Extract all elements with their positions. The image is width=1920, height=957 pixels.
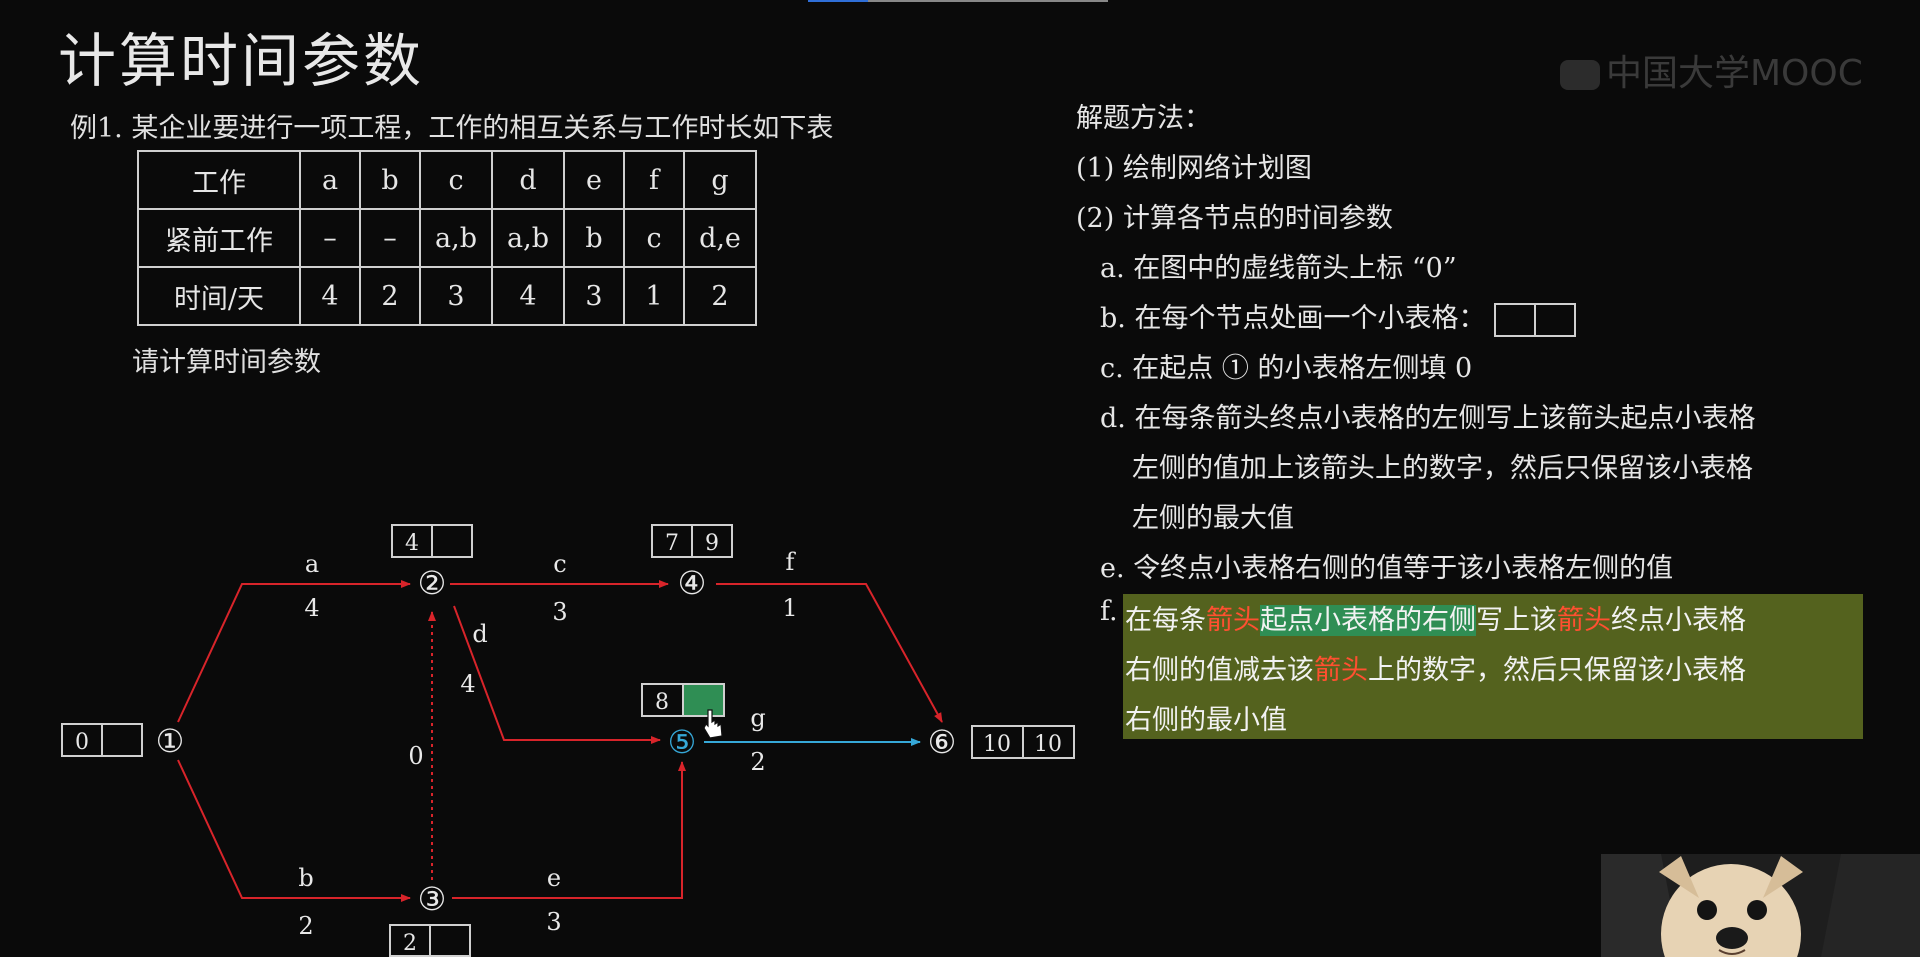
- edge-label-a: a: [305, 550, 319, 578]
- node-3-box-left: 2: [403, 931, 417, 956]
- node-4-box: 7 9: [651, 524, 733, 558]
- dog-image: [1601, 854, 1920, 957]
- node-6-box-right: 10: [1034, 732, 1062, 757]
- node-3: ③: [418, 880, 447, 918]
- node-3-box: 2: [389, 924, 471, 957]
- edge-label-b: b: [298, 864, 313, 892]
- step-f-text: 写上该: [1476, 605, 1557, 636]
- edge-time-c: 3: [552, 598, 567, 626]
- node-1: ①: [156, 722, 185, 760]
- node-6: ⑥: [928, 723, 957, 761]
- step-f-text: 在每条: [1125, 605, 1206, 636]
- edge-time-b: 2: [298, 912, 313, 940]
- step-f-text: 终点小表格: [1611, 605, 1746, 636]
- webcam-overlay: [1601, 854, 1920, 957]
- method-step-c: c. 在起点 ① 的小表格左侧填 0: [1100, 353, 1473, 384]
- method-heading: 解题方法：: [1076, 103, 1211, 134]
- edge-label-g: g: [750, 704, 765, 732]
- step-f-text: 上的数字，然后只保留该小表格: [1368, 655, 1746, 686]
- node-4-box-left: 7: [665, 531, 679, 556]
- edge-time-g: 2: [750, 748, 765, 776]
- method-step-f-line-1: 在每条箭头起点小表格的右侧写上该箭头终点小表格: [1125, 598, 1746, 637]
- edge-label-e: e: [547, 864, 561, 892]
- node-1-box: 0: [61, 723, 143, 757]
- mini-table-icon: [1494, 302, 1577, 337]
- edge-time-d: 4: [460, 670, 475, 698]
- edge-time-e: 3: [546, 908, 561, 936]
- edge-f: [716, 583, 943, 723]
- step-f-arrow-word: 箭头: [1314, 655, 1368, 686]
- node-5: ⑤: [668, 723, 697, 761]
- edge-label-c: c: [553, 550, 566, 578]
- step-f-text: 右侧的值减去该: [1125, 655, 1314, 686]
- node-6-box-left: 10: [983, 732, 1011, 757]
- node-2: ②: [418, 564, 447, 602]
- node-4-box-right: 9: [705, 531, 719, 556]
- method-step-f-label: f.: [1100, 596, 1118, 627]
- step-f-highlight: 起点小表格的右侧: [1260, 605, 1476, 636]
- method-step-f-line-2: 右侧的值减去该箭头上的数字，然后只保留该小表格: [1125, 648, 1746, 687]
- node-1-box-left: 0: [75, 730, 89, 755]
- method-step-2: (2) 计算各节点的时间参数: [1076, 203, 1393, 234]
- edge-label-f: f: [786, 548, 797, 576]
- edge-b: [177, 759, 411, 902]
- step-f-arrow-word: 箭头: [1557, 605, 1611, 636]
- method-step-b-text: b. 在每个节点处画一个小表格：: [1100, 303, 1486, 334]
- node-5-box-left: 8: [655, 690, 669, 715]
- edge-time-a: 4: [304, 594, 319, 622]
- method-step-f-line-3: 右侧的最小值: [1125, 705, 1287, 736]
- node-2-box-left: 4: [405, 531, 419, 556]
- edge-e: [452, 761, 686, 899]
- method-step-d-1: d. 在每条箭头终点小表格的左侧写上该箭头起点小表格: [1100, 403, 1756, 434]
- method-step-d-2: 左侧的值加上该箭头上的数字，然后只保留该小表格: [1132, 453, 1753, 484]
- edge-time-f: 1: [782, 594, 797, 622]
- method-step-b: b. 在每个节点处画一个小表格：: [1100, 296, 1577, 337]
- edge-time-dummy: 0: [408, 742, 423, 770]
- step-f-arrow-word: 箭头: [1206, 605, 1260, 636]
- edge-label-d: d: [472, 620, 487, 648]
- method-step-d-3: 左侧的最大值: [1132, 503, 1294, 534]
- method-step-1: (1) 绘制网络计划图: [1076, 153, 1312, 184]
- method-step-e: e. 令终点小表格右侧的值等于该小表格左侧的值: [1100, 553, 1674, 584]
- node-4: ④: [678, 564, 707, 602]
- node-2-box: 4: [391, 524, 473, 558]
- method-step-a: a. 在图中的虚线箭头上标 “0”: [1100, 253, 1457, 284]
- node-6-box: 10 10: [971, 725, 1075, 759]
- edge-a: [177, 580, 411, 723]
